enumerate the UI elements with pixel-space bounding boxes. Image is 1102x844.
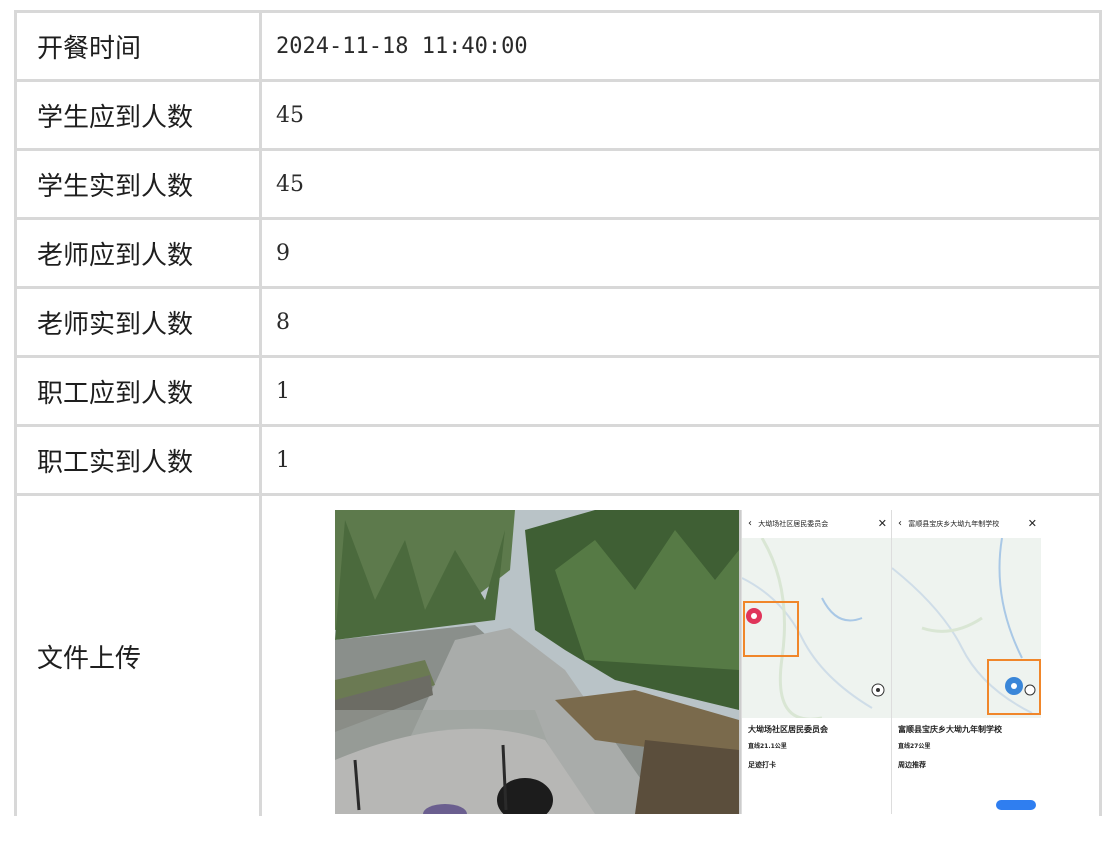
close-icon: ✕ xyxy=(877,517,887,530)
table-row: 学生实到人数 45 xyxy=(14,148,1102,220)
row-label: 职工应到人数 xyxy=(14,355,262,427)
row-value: 1 xyxy=(259,355,1102,427)
map2-place-title: 富顺县宝庆乡大坳九年制学校 xyxy=(898,725,1002,734)
road-photo xyxy=(335,510,739,814)
row-label: 职工实到人数 xyxy=(14,424,262,496)
map2-map xyxy=(892,538,1041,718)
map1-map xyxy=(742,538,892,718)
back-chevron-icon: ‹ xyxy=(748,518,752,529)
row-value: 9 xyxy=(259,217,1102,289)
table-row: 学生应到人数 45 xyxy=(14,79,1102,151)
table-row: 老师实到人数 8 xyxy=(14,286,1102,358)
map2-action-button xyxy=(996,800,1036,810)
map2-distance: 直线27公里 xyxy=(898,743,931,750)
row-label: 开餐时间 xyxy=(14,10,262,82)
map1-place-title: 大坳场社区居民委员会 xyxy=(748,725,828,734)
table-row: 开餐时间 2024-11-18 11:40:00 xyxy=(14,10,1102,82)
row-label: 老师实到人数 xyxy=(14,286,262,358)
row-value: 45 xyxy=(259,79,1102,151)
table-row: 职工实到人数 1 xyxy=(14,424,1102,496)
row-value: 8 xyxy=(259,286,1102,358)
row-value: 45 xyxy=(259,148,1102,220)
meal-attendance-table: 开餐时间 2024-11-18 11:40:00 学生应到人数 45 学生实到人… xyxy=(14,10,1102,816)
row-label: 学生实到人数 xyxy=(14,148,262,220)
meal-time-value: 2024-11-18 11:40:00 xyxy=(259,10,1102,82)
table-row: 职工应到人数 1 xyxy=(14,355,1102,427)
map1-section: 足迹打卡 xyxy=(748,761,776,769)
map2-header: ‹ 富顺县宝庆乡大坳九年制学校 ✕ xyxy=(892,510,1041,538)
upload-label: 文件上传 xyxy=(14,493,262,816)
map1-header-title: 大坳场社区居民委员会 xyxy=(758,520,829,528)
back-chevron-icon: ‹ xyxy=(898,518,902,529)
map1-distance: 直线21.1公里 xyxy=(748,743,787,750)
table-row: 老师应到人数 9 xyxy=(14,217,1102,289)
map2-sheet: 富顺县宝庆乡大坳九年制学校 直线27公里 周边推荐 xyxy=(892,718,1041,814)
info-table-frame: 开餐时间 2024-11-18 11:40:00 学生应到人数 45 学生实到人… xyxy=(14,10,1102,844)
map-screenshot-1: ‹ 大坳场社区居民委员会 ✕ 大坳场社区居民委员会 直线21.1公里 足迹打卡 xyxy=(741,510,892,814)
row-label: 老师应到人数 xyxy=(14,217,262,289)
table-row-upload: 文件上传 ‹ 大坳场社区居民委员会 ✕ 大坳场社区居民委员会 直线21.1公里 … xyxy=(14,493,1102,816)
close-icon: ✕ xyxy=(1027,517,1037,530)
map2-header-title: 富顺县宝庆乡大坳九年制学校 xyxy=(908,520,1000,528)
map2-section: 周边推荐 xyxy=(898,761,926,769)
upload-cell: ‹ 大坳场社区居民委员会 ✕ 大坳场社区居民委员会 直线21.1公里 足迹打卡 … xyxy=(259,493,1102,816)
row-value: 1 xyxy=(259,424,1102,496)
map1-sheet: 大坳场社区居民委员会 直线21.1公里 足迹打卡 xyxy=(742,718,892,814)
map-screenshot-2: ‹ 富顺县宝庆乡大坳九年制学校 ✕ 富顺县宝庆乡大坳九年制学校 直线27公里 周… xyxy=(891,510,1041,814)
row-label: 学生应到人数 xyxy=(14,79,262,151)
map1-header: ‹ 大坳场社区居民委员会 ✕ xyxy=(742,510,892,538)
uploaded-photo[interactable]: ‹ 大坳场社区居民委员会 ✕ 大坳场社区居民委员会 直线21.1公里 足迹打卡 … xyxy=(335,510,1041,814)
